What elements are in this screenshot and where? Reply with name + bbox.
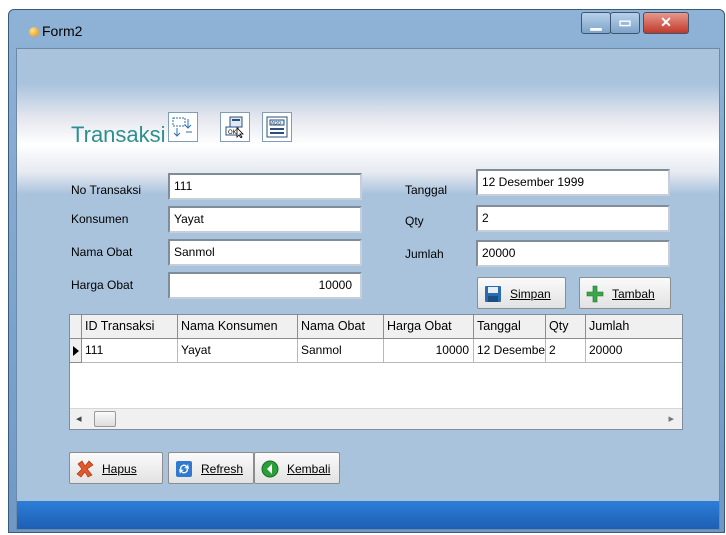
ado-control-icon[interactable]: ADO bbox=[262, 112, 292, 142]
jumlah-label: Jumlah bbox=[405, 247, 444, 261]
refresh-label: Refresh bbox=[201, 462, 244, 476]
jumlah-field[interactable]: 20000 bbox=[476, 240, 670, 267]
horizontal-scrollbar[interactable]: ◂ ▸ bbox=[70, 408, 682, 429]
title-bar[interactable]: Form2 ▁ ▭ ✕ bbox=[9, 10, 724, 50]
simpan-button[interactable]: Simpan bbox=[477, 277, 566, 309]
maximize-button[interactable]: ▭ bbox=[610, 12, 640, 34]
form-title: Transaksi bbox=[71, 122, 166, 147]
qty-label: Qty bbox=[405, 214, 424, 228]
application-window: Form2 ▁ ▭ ✕ Transaksi OK ADO No Transaks… bbox=[8, 9, 725, 533]
nama-obat-field[interactable]: Sanmol bbox=[168, 239, 362, 266]
grid-sort-icon[interactable] bbox=[168, 112, 198, 142]
column-header[interactable]: Tanggal bbox=[474, 315, 546, 339]
nama-obat-label: Nama Obat bbox=[71, 245, 133, 259]
save-icon bbox=[485, 286, 501, 302]
table-cell[interactable]: Yayat bbox=[178, 339, 298, 363]
column-header[interactable]: Nama Konsumen bbox=[178, 315, 298, 339]
table-cell[interactable]: 111 bbox=[82, 339, 178, 363]
table-cell[interactable]: 12 Desembe bbox=[474, 339, 546, 363]
back-arrow-icon bbox=[261, 460, 279, 478]
scroll-thumb[interactable] bbox=[94, 411, 116, 427]
no-transaksi-field[interactable]: 111 bbox=[168, 173, 362, 200]
konsumen-field[interactable]: Yayat bbox=[168, 206, 362, 233]
harga-obat-label: Harga Obat bbox=[71, 278, 134, 292]
tanggal-label: Tanggal bbox=[405, 183, 448, 197]
table-cell[interactable]: 10000 bbox=[384, 339, 474, 363]
simpan-label: Simpan bbox=[510, 287, 551, 301]
delete-icon bbox=[76, 460, 94, 478]
no-transaksi-label: No Transaksi bbox=[71, 183, 142, 197]
kembali-label: Kembali bbox=[287, 462, 331, 476]
refresh-button[interactable]: Refresh bbox=[168, 452, 254, 484]
minimize-button[interactable]: ▁ bbox=[581, 12, 611, 34]
grid-corner bbox=[70, 315, 82, 339]
app-icon[interactable] bbox=[23, 23, 43, 41]
svg-text:OK: OK bbox=[228, 129, 238, 136]
table-cell[interactable]: Sanmol bbox=[298, 339, 384, 363]
row-indicator[interactable] bbox=[70, 339, 82, 363]
column-header[interactable]: ID Transaksi bbox=[82, 315, 178, 339]
harga-obat-field[interactable]: 10000 bbox=[168, 272, 362, 299]
konsumen-label: Konsumen bbox=[71, 212, 129, 226]
svg-text:ADO: ADO bbox=[271, 121, 282, 127]
table-cell[interactable]: 20000 bbox=[586, 339, 682, 363]
tambah-label: Tambah bbox=[612, 287, 655, 301]
database-connect-icon[interactable]: OK bbox=[220, 112, 250, 142]
scroll-left-icon[interactable]: ◂ bbox=[76, 412, 82, 425]
tambah-button[interactable]: Tambah bbox=[579, 277, 671, 309]
scroll-right-icon[interactable]: ▸ bbox=[668, 412, 674, 425]
window-title: Form2 bbox=[42, 23, 83, 39]
table-cell[interactable]: 2 bbox=[546, 339, 586, 363]
form-client-area: Transaksi OK ADO No Transaksi 111 Konsum… bbox=[16, 48, 720, 530]
close-button[interactable]: ✕ bbox=[643, 12, 689, 34]
transaksi-grid[interactable]: ID Transaksi Nama Konsumen Nama Obat Har… bbox=[69, 314, 683, 430]
hapus-button[interactable]: Hapus bbox=[69, 452, 163, 484]
column-header[interactable]: Harga Obat bbox=[384, 315, 474, 339]
kembali-button[interactable]: Kembali bbox=[254, 452, 340, 484]
column-header[interactable]: Jumlah bbox=[586, 315, 682, 339]
status-bar bbox=[17, 501, 719, 529]
hapus-label: Hapus bbox=[102, 462, 137, 476]
refresh-icon bbox=[176, 461, 192, 477]
tanggal-field[interactable]: 12 Desember 1999 bbox=[476, 169, 670, 196]
qty-field[interactable]: 2 bbox=[476, 205, 670, 232]
plus-icon bbox=[586, 285, 604, 303]
column-header[interactable]: Qty bbox=[546, 315, 586, 339]
column-header[interactable]: Nama Obat bbox=[298, 315, 384, 339]
